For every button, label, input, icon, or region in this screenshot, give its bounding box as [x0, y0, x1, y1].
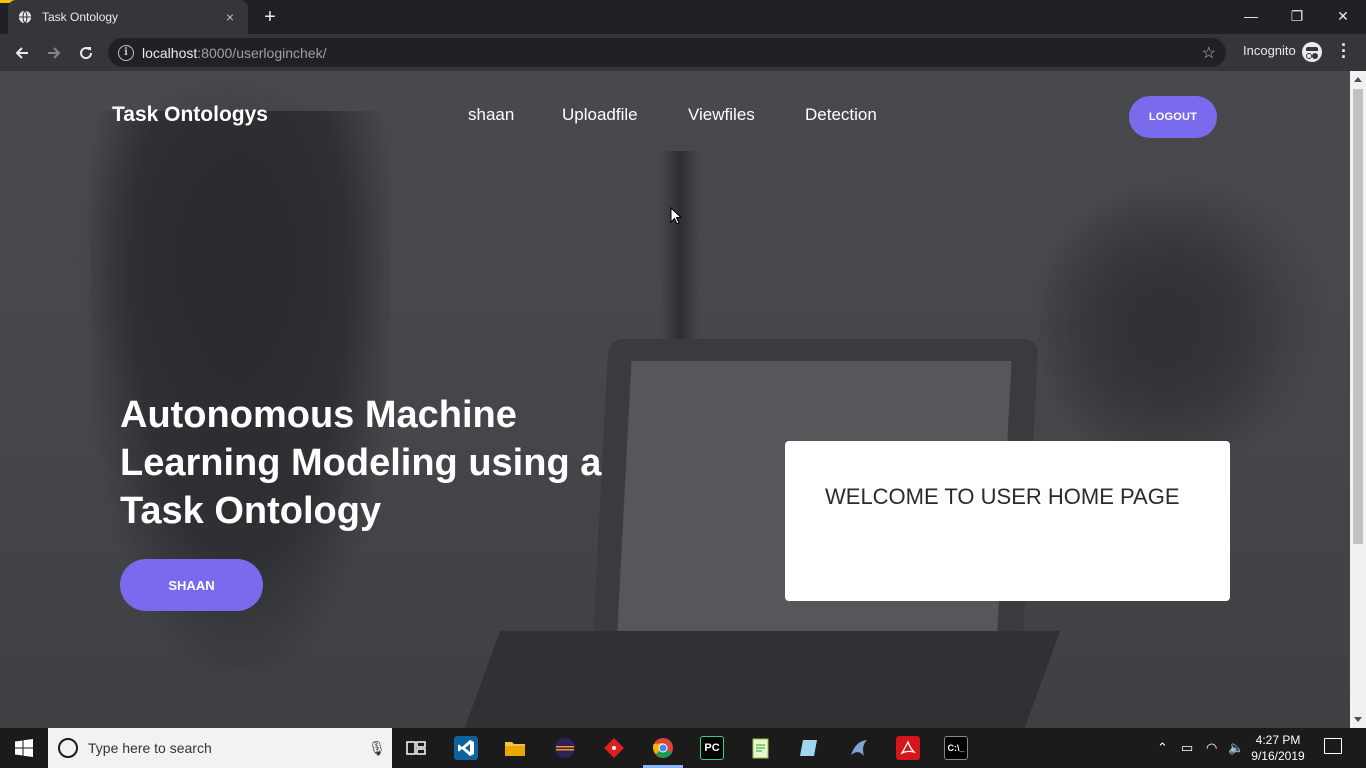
forward-arrow-icon[interactable] [41, 40, 67, 66]
incognito-label: Incognito [1243, 43, 1296, 58]
browser-menu-icon[interactable]: · · · [1336, 36, 1352, 66]
url-host: localhost [142, 44, 198, 61]
welcome-message: WELCOME TO USER HOME PAGE [825, 484, 1180, 509]
tab-close-icon[interactable]: × [222, 9, 238, 25]
tray-overflow-chevron-icon[interactable]: ⌃ [1157, 740, 1168, 756]
scroll-thumb[interactable] [1353, 89, 1363, 544]
hero-background-lamp [660, 151, 700, 371]
windows-start-icon[interactable] [0, 728, 48, 768]
system-clock[interactable]: 4:27 PM 9/16/2019 [1250, 732, 1306, 764]
nav-link-shaan[interactable]: shaan [468, 105, 514, 125]
mysql-icon[interactable] [847, 736, 871, 760]
hero-background-plant [1030, 171, 1330, 471]
logout-button[interactable]: LOGOUT [1129, 96, 1217, 138]
url-path: :8000/userloginchek/ [197, 44, 327, 61]
globe-icon [18, 10, 32, 24]
incognito-icon[interactable] [1302, 42, 1322, 62]
back-arrow-icon[interactable] [9, 40, 35, 66]
browser-tab[interactable]: Task Ontology × [8, 0, 248, 34]
file-explorer-icon[interactable] [503, 736, 527, 760]
site-info-icon[interactable]: i [118, 44, 134, 61]
clock-time: 4:27 PM [1255, 733, 1301, 747]
bookmark-star-icon[interactable]: ☆ [1202, 43, 1216, 63]
reload-icon[interactable] [73, 40, 99, 66]
document-icon[interactable] [798, 736, 822, 760]
close-window-button[interactable]: ✕ [1320, 0, 1366, 32]
minimize-button[interactable]: — [1228, 0, 1274, 32]
new-tab-button[interactable]: + [258, 6, 282, 28]
battery-icon[interactable]: ▭ [1181, 740, 1193, 756]
eclipse-icon[interactable] [553, 736, 577, 760]
nav-link-detection[interactable]: Detection [805, 105, 877, 125]
chrome-icon[interactable] [651, 736, 675, 760]
pycharm-icon[interactable]: PC [700, 736, 724, 760]
hero-headline: Autonomous Machine Learning Modeling usi… [120, 394, 602, 532]
restore-button[interactable]: ❐ [1274, 0, 1320, 32]
task-view-icon[interactable] [404, 736, 428, 760]
clock-date: 9/16/2019 [1251, 749, 1305, 763]
page-scrollbar[interactable] [1350, 71, 1366, 728]
notepad-plus-icon[interactable] [749, 736, 773, 760]
notification-center-icon[interactable] [1324, 738, 1342, 754]
terminal-icon[interactable]: C:\_ [944, 736, 968, 760]
microphone-icon[interactable]: 🎙 [362, 740, 392, 757]
cortana-icon[interactable] [58, 738, 78, 758]
browser-tabstrip: Task Ontology × + — ❐ ✕ [0, 0, 1366, 34]
user-cta-button[interactable]: SHAAN [120, 559, 263, 611]
page-viewport: Task Ontologys shaan Uploadfile Viewfile… [0, 71, 1350, 728]
site-brand[interactable]: Task Ontologys [112, 103, 268, 127]
wifi-icon[interactable]: ◠ [1206, 740, 1217, 756]
tab-title: Task Ontology [42, 10, 119, 24]
windows-taskbar: Type here to search 🎙 PC C:\_ ⌃ ▭ ◠ 🔈 4:… [0, 728, 1366, 768]
nav-link-viewfiles[interactable]: Viewfiles [688, 105, 755, 125]
taskbar-search-placeholder: Type here to search [88, 740, 212, 756]
welcome-card: WELCOME TO USER HOME PAGE [785, 441, 1230, 601]
git-icon[interactable] [602, 736, 626, 760]
acrobat-icon[interactable] [896, 736, 920, 760]
vscode-icon[interactable] [454, 736, 478, 760]
scroll-up-arrow-icon[interactable] [1354, 77, 1362, 82]
nav-link-uploadfile[interactable]: Uploadfile [562, 105, 638, 125]
volume-icon[interactable]: 🔈 [1228, 740, 1244, 756]
address-bar[interactable]: i localhost:8000/userloginchek/ ☆ [108, 38, 1226, 67]
taskbar-search[interactable]: Type here to search 🎙 [48, 728, 392, 768]
scroll-down-arrow-icon[interactable] [1354, 717, 1362, 722]
mouse-cursor-icon [670, 207, 682, 225]
hero-background-keyboard [459, 631, 1061, 728]
browser-toolbar: i localhost:8000/userloginchek/ ☆ Incogn… [0, 34, 1366, 71]
